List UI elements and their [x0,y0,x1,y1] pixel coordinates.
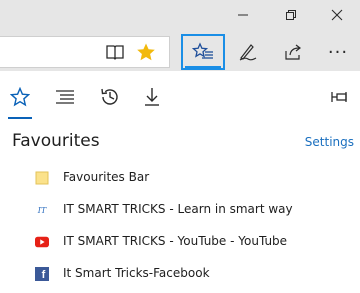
list-item[interactable]: IT SMART TRICKS - YouTube - YouTube [0,226,360,258]
favourites-list: Favourites Bar IT IT SMART TRICKS - Lear… [0,162,360,290]
tab-downloads[interactable] [132,79,172,115]
settings-link[interactable]: Settings [305,135,354,149]
list-item[interactable]: f It Smart Tricks-Facebook [0,258,360,290]
star-icon [137,43,155,61]
share-button[interactable] [272,34,316,70]
hub-panel: Favourites Settings Favourites Bar IT IT… [0,71,360,293]
facebook-icon: f [35,267,49,281]
favorites-hub-icon [192,42,213,59]
reading-list-icon [56,90,74,104]
minimize-icon [238,14,248,16]
pin-button[interactable] [326,83,354,111]
notes-button[interactable] [226,34,270,70]
tab-favourites[interactable] [0,79,40,119]
browser-chrome: ··· [0,0,360,71]
book-icon [106,45,124,60]
share-icon [285,44,301,60]
tab-reading-list[interactable] [45,79,85,115]
hub-header: Favourites Settings [0,129,360,159]
list-item[interactable]: Favourites Bar [0,162,360,194]
list-item-label: IT SMART TRICKS - Learn in smart way [63,202,293,216]
download-icon [145,88,159,106]
more-icon: ··· [327,41,349,63]
restore-button[interactable] [268,0,314,30]
list-item-label: IT SMART TRICKS - YouTube - YouTube [63,234,288,248]
reading-view-button[interactable] [98,36,132,68]
list-item-label: Favourites Bar [63,170,150,184]
history-icon [101,88,118,105]
title-bar [0,0,360,30]
pin-icon [331,92,347,102]
minimize-button[interactable] [220,0,266,30]
hub-button[interactable] [181,34,225,70]
folder-icon [35,171,49,185]
site-favicon-icon: IT [37,205,47,215]
restore-icon [286,10,296,20]
close-button[interactable] [314,0,360,30]
add-favorite-button[interactable] [129,36,163,68]
pen-icon [239,44,257,61]
list-item-label: It Smart Tricks-Facebook [63,266,210,280]
youtube-icon [35,235,49,249]
more-button[interactable]: ··· [316,34,360,70]
tab-history[interactable] [90,79,130,115]
page-title: Favourites [12,131,100,151]
hub-tab-bar [0,71,360,123]
close-icon [331,9,343,21]
list-item[interactable]: IT IT SMART TRICKS - Learn in smart way [0,194,360,226]
star-icon [10,87,30,107]
